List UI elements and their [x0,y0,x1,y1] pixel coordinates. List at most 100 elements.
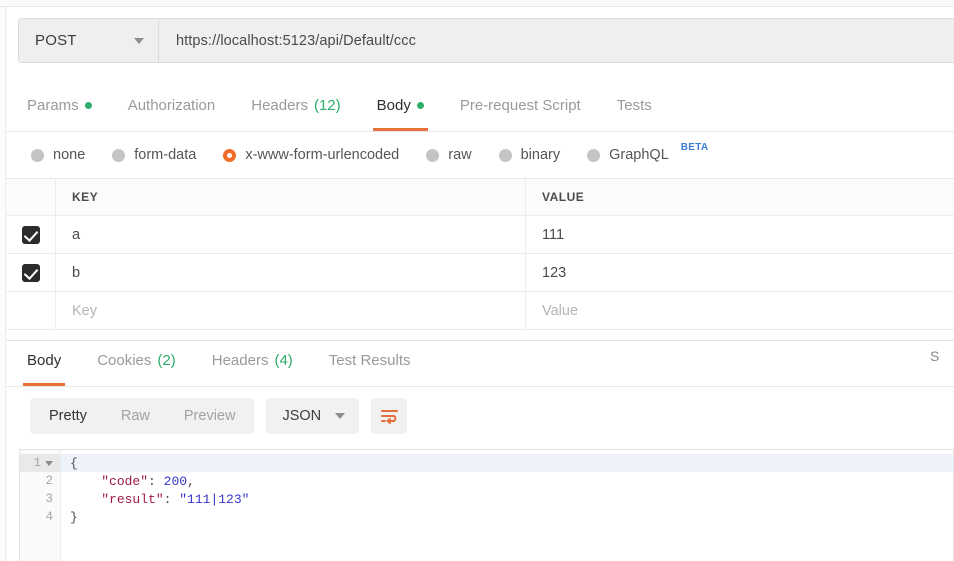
response-tab-test-results-label: Test Results [328,351,411,369]
code-text: } [70,509,78,525]
request-tab-bar: Params Authorization Headers (12) Body P… [6,88,954,132]
line-number-gutter: 1 2 3 4 [20,450,61,561]
response-status-clipped: S [930,348,940,364]
row-key[interactable]: a [56,216,526,253]
body-type-x-www-form-urlencoded[interactable]: x-www-form-urlencoded [223,147,399,163]
view-preview-button[interactable]: Preview [167,400,253,432]
body-type-binary-label: binary [520,147,561,163]
code-line: { [61,454,953,472]
chevron-down-icon [335,413,346,419]
response-view-toolbar: Pretty Raw Preview JSON [6,387,954,445]
tab-pre-request-script-label: Pre-request Script [459,96,581,114]
row-key[interactable]: b [56,254,526,291]
request-url-bar: POST [18,18,954,63]
new-row-value-input[interactable]: Value [526,292,954,329]
response-tab-cookies-count: (2) [157,351,176,369]
body-type-binary[interactable]: binary [498,147,561,163]
tab-body[interactable]: Body [372,89,429,131]
response-tab-headers[interactable]: Headers (4) [212,344,293,386]
json-separator: : [148,473,164,489]
word-wrap-button[interactable] [371,398,408,434]
word-wrap-icon [380,410,398,424]
row-checkbox-cell [6,216,56,253]
tab-authorization[interactable]: Authorization [128,89,216,131]
new-row-key-input[interactable]: Key [56,292,526,329]
modified-dot-icon [84,101,92,109]
line-number-text: 1 [33,456,41,470]
new-row-checkbox-cell [6,292,56,329]
code-line: "result" : "111|123" [61,490,953,508]
request-url-input[interactable] [159,19,954,62]
beta-badge: BETA [680,141,709,153]
row-checkbox-checked[interactable] [21,225,40,244]
code-line: } [61,508,953,526]
response-tab-headers-count: (4) [274,351,293,369]
column-header-key: KEY [56,179,526,215]
urlencoded-params-table: KEY VALUE a 111 b 123 Key Value [6,178,954,330]
code-line: "code" : 200 , [61,472,953,490]
line-number: 1 [20,454,60,472]
response-format-label: JSON [282,408,322,424]
tab-headers-count: (12) [313,96,341,114]
body-type-form-data[interactable]: form-data [112,147,196,163]
table-row: b 123 [6,254,954,292]
view-pretty-button[interactable]: Pretty [32,400,104,432]
radio-icon [112,148,126,162]
line-number: 2 [20,472,60,490]
response-tab-cookies-label: Cookies [97,351,152,369]
response-tab-test-results[interactable]: Test Results [329,344,411,386]
line-number: 4 [20,508,60,526]
table-row: a 111 [6,216,954,254]
postman-window: POST Params Authorization Headers (12) B… [0,0,954,561]
tab-params[interactable]: Params [27,89,92,131]
http-method-label: POST [35,32,77,49]
response-format-select[interactable]: JSON [266,398,360,434]
line-number-text: 4 [45,510,53,524]
chevron-down-icon [134,37,144,44]
code-text: { [70,455,78,471]
body-type-radio-group: none form-data x-www-form-urlencoded raw… [6,132,954,178]
modified-dot-icon [416,101,424,109]
table-new-row: Key Value [6,292,954,330]
row-value[interactable]: 123 [526,254,954,291]
row-checkbox-checked[interactable] [21,263,40,282]
radio-icon [31,148,44,162]
radio-icon [498,148,512,162]
table-header-row: KEY VALUE [6,179,954,216]
response-view-switcher: Pretty Raw Preview [30,398,255,434]
tab-body-label: Body [376,96,411,114]
tab-headers[interactable]: Headers (12) [251,89,340,131]
view-raw-button[interactable]: Raw [104,400,167,432]
line-number-text: 2 [45,474,53,488]
response-body-editor[interactable]: 1 2 3 4 { "code" : 200 , "result": "111… [19,449,954,561]
response-tab-headers-label: Headers [211,351,269,369]
line-number: 3 [20,490,60,508]
body-type-graphql[interactable]: GraphQL BETA [587,142,708,163]
body-type-form-data-label: form-data [134,147,197,163]
body-type-graphql-label: GraphQL [609,147,669,163]
radio-icon [426,148,440,162]
body-type-raw-label: raw [448,147,472,163]
body-type-raw[interactable]: raw [426,147,472,163]
body-type-none-label: none [53,147,86,163]
response-tab-cookies[interactable]: Cookies (2) [97,344,176,386]
json-value: 200 [163,473,188,489]
row-value[interactable]: 111 [526,216,954,253]
body-type-none[interactable]: none [31,147,85,163]
tab-pre-request-script[interactable]: Pre-request Script [460,89,581,131]
window-top-strip [0,0,954,7]
code-fold-icon[interactable] [45,460,53,466]
http-method-select[interactable]: POST [19,19,159,62]
radio-icon [587,148,601,162]
json-key: "result" [101,491,164,507]
row-checkbox-cell [6,254,56,291]
json-key: "code" [101,473,149,489]
tab-tests[interactable]: Tests [617,89,652,131]
tab-tests-label: Tests [616,96,652,114]
response-tab-body[interactable]: Body [22,344,66,386]
column-header-value: VALUE [542,190,585,204]
json-tail: , [187,473,195,489]
response-tab-bar: Body Cookies (2) Headers (4) Test Result… [6,340,954,387]
